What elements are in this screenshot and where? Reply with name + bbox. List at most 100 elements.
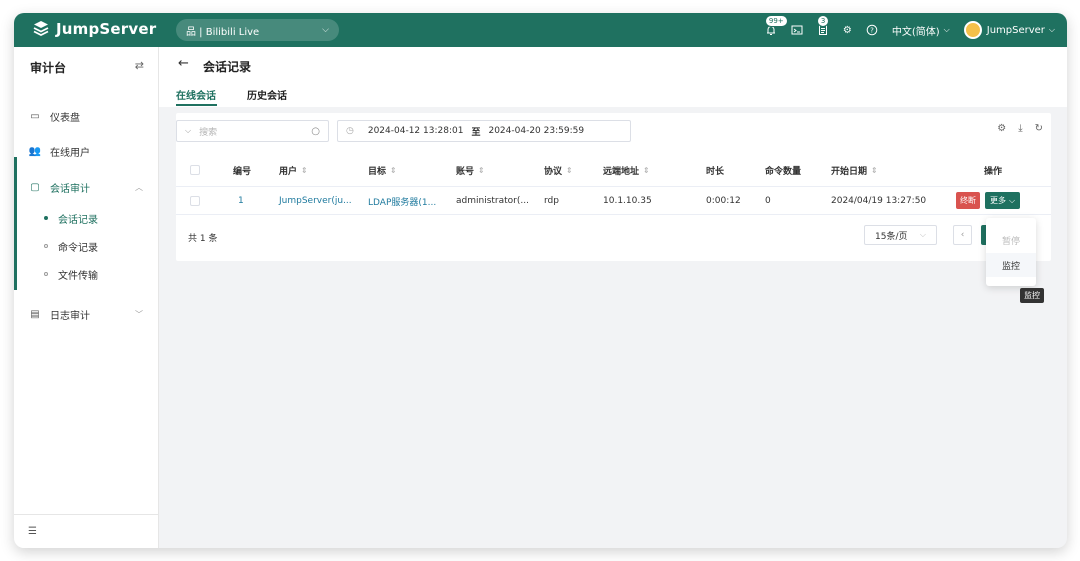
sidebar-item-label: 命令记录 (58, 242, 98, 254)
settings-icon[interactable]: ⚙ (997, 123, 1006, 134)
terminate-button[interactable]: 终断 (956, 192, 980, 209)
page-header: ← 会话记录 在线会话 历史会话 (159, 47, 1067, 107)
help-icon: ? (866, 24, 878, 36)
app-window: JumpServer 品 | Bilibili Live ⌵ 99+ 3 ⚙ ? (14, 13, 1067, 548)
sort-icon: ⇕ (566, 165, 573, 175)
svg-text:?: ? (870, 26, 874, 34)
sidebar-item-command-records[interactable]: 命令记录 (14, 234, 159, 258)
more-button[interactable]: 更多 ⌵ (985, 192, 1021, 209)
column-label: 远端地址 (603, 166, 640, 177)
sidebar-item-session-records[interactable]: 会话记录 (14, 206, 159, 230)
org-label: 品 | Bilibili Live (186, 26, 260, 38)
column-header-remote-addr[interactable]: 远端地址 ⇕ (603, 153, 650, 187)
help-button[interactable]: ? (866, 24, 878, 36)
column-header-account[interactable]: 账号 ⇕ (456, 153, 485, 187)
sidebar-footer: ☰ (14, 514, 159, 548)
collapse-icon[interactable]: ☰ (28, 526, 37, 537)
column-header-user[interactable]: 用户 ⇕ (279, 153, 308, 187)
sidebar-item-dashboard[interactable]: ▭ 仪表盘 (14, 103, 159, 129)
sort-icon: ⇕ (643, 165, 650, 175)
download-icon[interactable]: ⤓ (1018, 123, 1022, 134)
menu-item-monitor[interactable]: 监控 (986, 253, 1036, 277)
column-label: 开始日期 (831, 166, 868, 177)
page-size-label: 15条/页 (875, 231, 908, 242)
column-label: 编号 (233, 166, 252, 177)
select-all-checkbox[interactable] (190, 153, 200, 187)
checkbox-icon (190, 196, 200, 206)
sidebar-item-session-audit[interactable]: ▢ 会话审计 ︿ (14, 174, 159, 200)
date-end: 2024-04-20 23:59:59 (488, 126, 585, 136)
session-table-card: ⌵ 搜索 ○ ◷ 2024-04-12 13:28:01 至 2024-04-2… (176, 113, 1051, 261)
table-tools: ⚙ ⤓ ↻ (997, 123, 1043, 134)
logo[interactable]: JumpServer (32, 20, 156, 38)
sidebar-item-log-audit[interactable]: ▤ 日志审计 ﹀ (14, 301, 159, 327)
table-row[interactable]: 1 JumpServer(ju... LDAP服务器(1... administ… (176, 187, 1051, 215)
refresh-icon[interactable]: ↻ (1035, 123, 1043, 134)
sidebar-item-label: 会话记录 (58, 214, 98, 226)
date-range-picker[interactable]: ◷ 2024-04-12 13:28:01 至 2024-04-20 23:59… (337, 120, 631, 142)
language-select[interactable]: 中文(简体) ⌵ (892, 23, 950, 38)
clock-icon: ◷ (346, 126, 354, 136)
chevron-down-icon: ⌵ (943, 25, 950, 34)
log-icon: ▤ (30, 308, 40, 320)
chevron-up-icon: ︿ (135, 182, 143, 192)
org-select[interactable]: 品 | Bilibili Live ⌵ (176, 19, 339, 41)
cell-account: administrator(... (456, 196, 529, 206)
dashboard-icon: ▭ (30, 110, 40, 122)
column-header-target[interactable]: 目标 ⇕ (368, 153, 397, 187)
row-checkbox[interactable] (190, 187, 200, 215)
column-label: 时长 (706, 166, 725, 177)
chevron-down-icon: ⌵ (919, 230, 926, 239)
sidebar-item-label: 日志审计 (50, 310, 90, 322)
language-label: 中文(简体) (891, 26, 940, 38)
cell-target[interactable]: LDAP服务器(1... (368, 187, 436, 215)
ticket-button[interactable]: 3 (816, 15, 830, 36)
jumpserver-logo-icon (33, 21, 49, 37)
table-header: 编号 用户 ⇕ 目标 ⇕ 账号 ⇕ 协议 ⇕ 远端地址 ⇕ 时长 命令数量 开始日期 ⇕ 操… (176, 153, 1051, 187)
back-arrow-icon[interactable]: ← (178, 56, 189, 71)
tooltip: 监控 (1020, 288, 1044, 303)
sidebar: 审计台 ⇄ ▭ 仪表盘 👥 在线用户 ▢ 会话审计 ︿ 会话记录 命令记录 文件… (14, 47, 159, 548)
page-size-select[interactable]: 15条/页 ⌵ (864, 225, 937, 245)
settings-icon: ⚙ (842, 24, 852, 36)
search-icon: ○ (311, 125, 320, 137)
prev-page-button[interactable]: ‹ (953, 225, 972, 245)
cell-user[interactable]: JumpServer(ju... (279, 187, 352, 215)
tab-online-sessions[interactable]: 在线会话 (176, 87, 216, 102)
users-icon: 👥 (28, 145, 42, 157)
bullet-icon (44, 216, 48, 220)
sidebar-item-label: 仪表盘 (50, 112, 80, 124)
tab-history-sessions[interactable]: 历史会话 (247, 87, 287, 102)
sidebar-title: 审计台 (30, 61, 67, 75)
search-input[interactable]: ⌵ 搜索 ○ (176, 120, 329, 142)
chevron-down-icon: ﹀ (135, 309, 143, 319)
menu-item-pause[interactable]: 暂停 (986, 228, 1036, 252)
column-header-start-date[interactable]: 开始日期 ⇕ (831, 153, 878, 187)
sort-icon: ⇕ (478, 165, 485, 175)
notification-button[interactable]: 99+ (764, 15, 788, 36)
date-separator: 至 (471, 127, 481, 138)
column-header-protocol[interactable]: 协议 ⇕ (544, 153, 573, 187)
chevron-left-icon: ‹ (960, 230, 965, 240)
sort-icon: ⇕ (301, 165, 308, 175)
cell-id[interactable]: 1 (238, 187, 244, 215)
column-header-commands: 命令数量 (765, 153, 801, 187)
cell-protocol: rdp (544, 196, 559, 206)
top-bar: JumpServer 品 | Bilibili Live ⌵ 99+ 3 ⚙ ? (14, 13, 1067, 47)
chevron-down-icon: ⌵ (322, 25, 329, 35)
bullet-icon (44, 272, 48, 276)
settings-button[interactable]: ⚙ (843, 25, 852, 36)
user-name: JumpServer (986, 24, 1045, 36)
sidebar-item-label: 文件传输 (58, 270, 98, 282)
column-label: 操作 (984, 166, 1003, 177)
sidebar-item-file-transfer[interactable]: 文件传输 (14, 262, 159, 286)
switch-icon[interactable]: ⇄ (135, 59, 144, 72)
column-label: 命令数量 (765, 166, 802, 177)
notification-badge: 99+ (764, 15, 788, 27)
terminal-button[interactable] (791, 24, 803, 36)
user-menu[interactable]: JumpServer ⌵ (963, 21, 1055, 39)
total-count: 共 1 条 (188, 234, 218, 244)
cell-commands: 0 (765, 196, 771, 206)
cell-duration: 0:00:12 (706, 196, 741, 206)
cell-remote-addr: 10.1.10.35 (603, 196, 652, 206)
